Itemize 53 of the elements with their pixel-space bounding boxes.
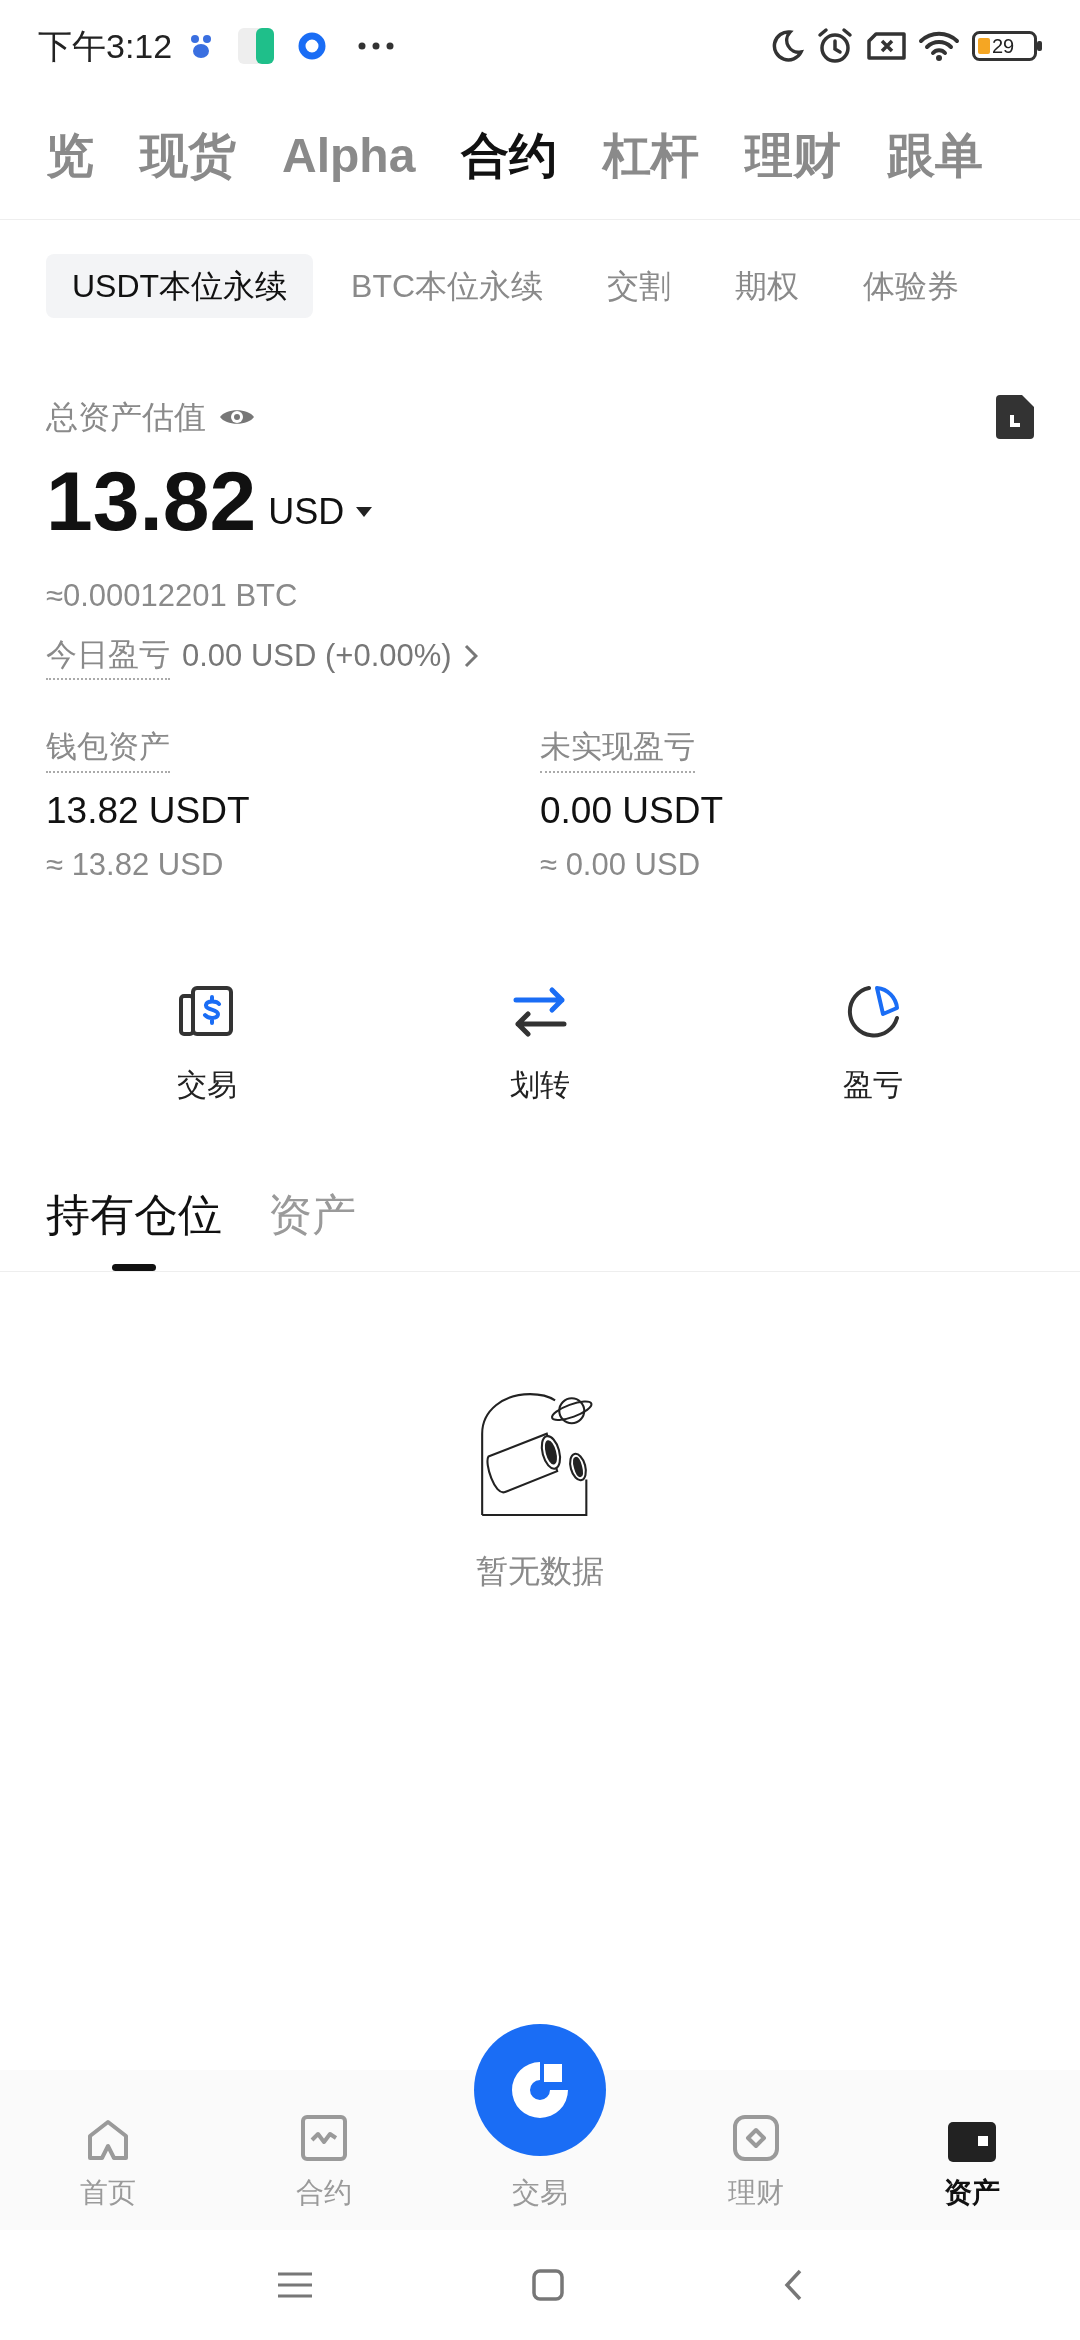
home-square-icon[interactable] <box>532 2269 564 2301</box>
wallet-icon <box>948 2122 996 2162</box>
nav-item[interactable]: 合约 <box>216 2114 432 2214</box>
battery-level: 29 <box>992 36 1015 56</box>
category-tab[interactable]: 览 <box>46 119 94 192</box>
document-clock-icon[interactable] <box>996 395 1034 439</box>
status-time: 下午3:12 <box>38 25 173 67</box>
chevron-right-icon[interactable] <box>463 643 478 668</box>
more-icon <box>358 42 395 50</box>
stat-approx: ≈ 0.00 USD <box>540 846 701 884</box>
btc-value: ≈0.00012201 BTC <box>46 577 299 615</box>
today-pnl-label: 今日盈亏 <box>46 631 170 680</box>
sub-tab[interactable]: 体验券 <box>837 254 986 318</box>
sim-off-icon <box>866 31 906 61</box>
category-tab[interactable]: 现货 <box>140 119 236 192</box>
today-pnl-value: 0.00 USD (+0.00%) <box>182 636 452 675</box>
sub-tab[interactable]: 交割 <box>581 254 698 318</box>
category-tab[interactable]: 合约 <box>461 119 558 192</box>
action-button[interactable]: 划转 <box>373 981 707 1107</box>
stat-value: 13.82 USDT <box>46 788 250 833</box>
stat-label: 未实现盈亏 <box>540 724 695 773</box>
stat-value: 0.00 USDT <box>540 788 723 833</box>
moon-icon <box>770 29 804 63</box>
action-button[interactable]: 交易 <box>40 981 374 1107</box>
position-tab[interactable]: 持有仓位 <box>46 1181 222 1271</box>
sub-tab[interactable]: USDT本位永续 <box>46 254 314 318</box>
sub-tab[interactable]: BTC本位永续 <box>325 254 570 318</box>
empty-state-text: 暂无数据 <box>476 1551 604 1591</box>
app-icon <box>238 28 275 64</box>
position-tab[interactable]: 资产 <box>268 1181 356 1271</box>
alarm-icon <box>816 27 854 65</box>
stat-label: 钱包资产 <box>46 724 170 773</box>
nav-item[interactable]: 资产 <box>864 2122 1080 2214</box>
total-assets-label: 总资产估值 <box>46 398 206 437</box>
wifi-icon <box>918 30 960 62</box>
battery-icon <box>972 31 1042 61</box>
menu-icon[interactable] <box>278 2272 312 2298</box>
back-icon[interactable] <box>784 2269 802 2301</box>
caret-icon <box>356 507 373 517</box>
nav-item[interactable]: 交易 <box>432 2172 648 2214</box>
chart-icon <box>300 2114 348 2162</box>
category-tab[interactable]: 理财 <box>745 119 842 192</box>
nav-item[interactable]: 首页 <box>0 2118 216 2214</box>
sub-tab[interactable]: 期权 <box>709 254 826 318</box>
category-tab[interactable]: 跟单 <box>887 119 984 192</box>
total-value: 13.82 <box>46 459 257 543</box>
currency-selector[interactable]: USD <box>268 485 373 539</box>
category-tab[interactable]: 杠杆 <box>603 119 700 192</box>
category-tab[interactable]: Alpha <box>282 119 416 192</box>
stat-approx: ≈ 13.82 USD <box>46 846 224 884</box>
ring-icon <box>298 32 327 60</box>
nav-item[interactable]: 理财 <box>648 2114 864 2214</box>
action-button[interactable]: 盈亏 <box>706 981 1040 1107</box>
